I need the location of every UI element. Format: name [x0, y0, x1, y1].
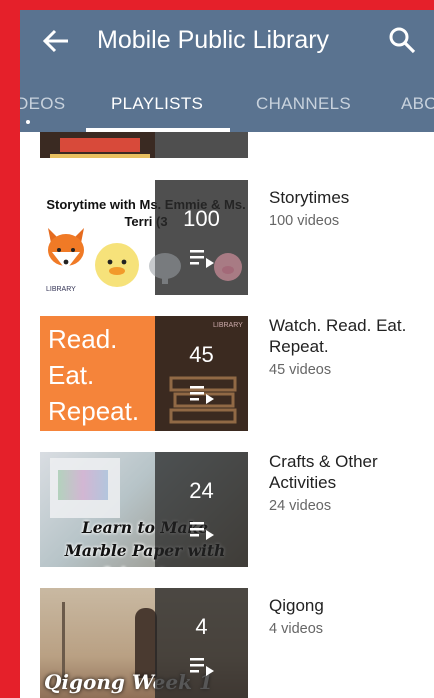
playlist-icon — [190, 658, 214, 676]
new-content-dot — [26, 120, 30, 124]
fox-illustration — [48, 228, 84, 270]
playlist-subtitle: 24 videos — [269, 498, 332, 514]
thumbnail-overlay: LIBRARY 45 — [155, 316, 248, 431]
playlist-title[interactable]: Watch. Read. Eat. Repeat. — [269, 315, 429, 357]
library-tag: LIBRARY — [213, 322, 243, 329]
playlist-meta[interactable]: Qigong 4 videos — [269, 595, 429, 637]
elephant-illustration — [149, 253, 181, 284]
app-bar: Mobile Public Library — [20, 10, 434, 72]
arrow-back-icon[interactable] — [42, 28, 70, 54]
video-count: 100 — [183, 206, 220, 231]
channel-title: Mobile Public Library — [97, 26, 330, 54]
playlist-subtitle: 4 videos — [269, 621, 324, 637]
library-logo: LIBRARY — [46, 286, 76, 293]
thumbnail-image: Read. Eat. Repeat. — [40, 316, 155, 431]
playlist-meta[interactable]: Watch. Read. Eat. Repeat. 45 videos — [269, 315, 429, 378]
playlist-subtitle: 100 videos — [269, 213, 340, 229]
thumbnail-line: Read. — [48, 324, 118, 354]
playlist-thumbnail[interactable]: Read. Eat. Repeat. LIBRARY 45 — [40, 316, 248, 431]
tab-playlists[interactable]: PLAYLISTS — [111, 94, 203, 114]
app-window: Storytime with Ms. Emmie & Ms. Terri (3 — [20, 10, 434, 698]
tab-channels[interactable]: CHANNELS — [256, 94, 351, 114]
playlist-title[interactable]: Crafts & Other Activities — [269, 451, 429, 493]
playlist-meta[interactable]: Crafts & Other Activities 24 videos — [269, 451, 429, 514]
playlist-thumbnail[interactable]: Learn to Make Marble Paper with Jaime Le… — [40, 452, 248, 567]
playlist-thumbnail[interactable]: Qigong Week 1 4 — [40, 588, 248, 698]
thumbnail-line: Eat. — [48, 360, 95, 390]
channel-tabs: DEOS PLAYLISTS CHANNELS ABO — [20, 72, 434, 132]
thumbnail-overlay: 24 — [155, 452, 248, 567]
duck-illustration — [95, 243, 139, 287]
playlist-title[interactable]: Qigong — [269, 595, 429, 616]
thumbnail-line: Repeat. — [48, 396, 140, 426]
video-count: 24 — [189, 478, 214, 503]
playlist-icon — [190, 386, 214, 404]
video-count: 4 — [195, 614, 208, 639]
tab-videos[interactable]: DEOS — [20, 94, 65, 114]
playlist-meta[interactable]: Storytimes 100 videos — [269, 187, 429, 229]
playlist-subtitle: 45 videos — [269, 362, 332, 378]
playlist-thumbnail[interactable]: Storytime with Ms. Emmie & Ms. Terri (3 — [40, 180, 248, 295]
playlist-icon — [190, 250, 214, 268]
tab-about[interactable]: ABO — [401, 94, 434, 114]
active-tab-indicator — [86, 128, 230, 132]
search-icon[interactable] — [388, 26, 416, 54]
playlist-icon — [190, 522, 214, 540]
person-figure — [135, 608, 157, 678]
thumbnail-overlay: 4 — [155, 588, 248, 698]
video-count: 45 — [189, 342, 214, 367]
pig-illustration — [214, 253, 242, 281]
thumbnail-overlay: 100 — [149, 180, 248, 295]
playlist-title[interactable]: Storytimes — [269, 187, 429, 208]
